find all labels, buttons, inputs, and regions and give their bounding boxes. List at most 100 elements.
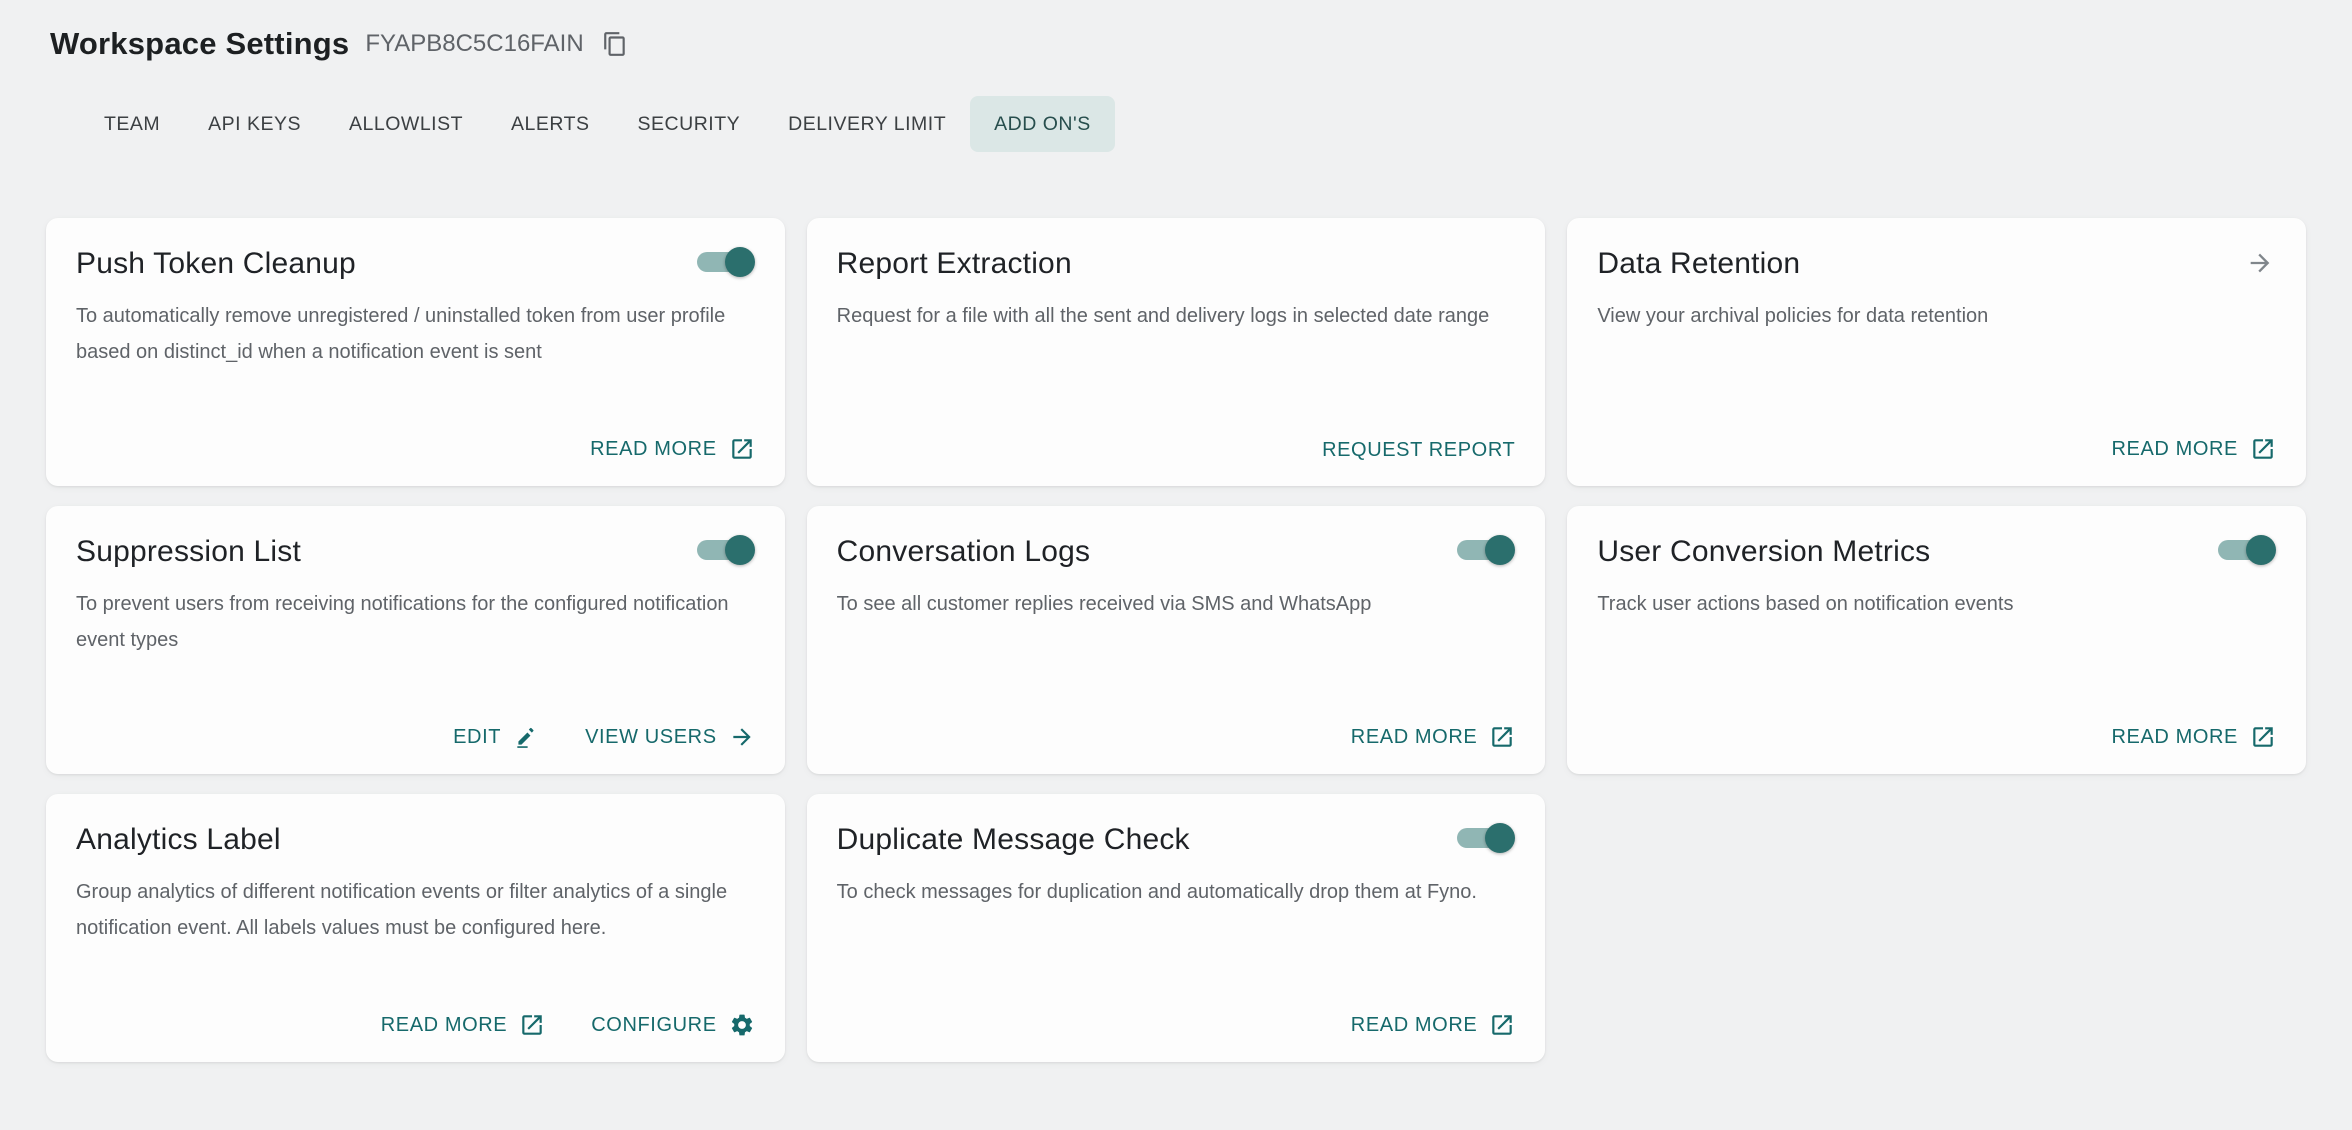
tab-security[interactable]: SECURITY [614, 96, 765, 152]
tab-alerts[interactable]: ALERTS [487, 96, 614, 152]
card-header: Conversation Logs [837, 534, 1516, 570]
copy-icon [602, 31, 628, 57]
card-actions: REQUEST REPORT [837, 419, 1516, 462]
card-header: User Conversion Metrics [1597, 534, 2276, 570]
action-label: REQUEST REPORT [1322, 439, 1515, 462]
card-title: Analytics Label [76, 823, 281, 857]
toggle-knob [2246, 535, 2276, 565]
card-title: Duplicate Message Check [837, 823, 1190, 857]
tab-add-on-s[interactable]: ADD ON'S [970, 96, 1115, 152]
action-label: VIEW USERS [585, 726, 717, 749]
addons-grid: Push Token Cleanup To automatically remo… [46, 218, 2306, 1062]
card-description: To check messages for duplication and au… [837, 874, 1516, 910]
card-header: Analytics Label [76, 822, 755, 858]
card-description: To automatically remove unregistered / u… [76, 298, 755, 370]
toggle-knob [725, 535, 755, 565]
card-actions: READ MORE [837, 704, 1516, 750]
page-header: Workspace Settings FYAPB8C5C16FAIN [0, 0, 2352, 62]
tab-delivery-limit[interactable]: DELIVERY LIMIT [764, 96, 970, 152]
external-link-icon [1489, 1012, 1515, 1038]
read-more-link[interactable]: READ MORE [590, 436, 755, 462]
tabs: TEAMAPI KEYSALLOWLISTALERTSSECURITYDELIV… [0, 96, 2352, 152]
gear-icon [729, 1012, 755, 1038]
card-description: Request for a file with all the sent and… [837, 298, 1516, 334]
card-actions: READ MORE [1597, 416, 2276, 462]
toggle-knob [1485, 535, 1515, 565]
toggle-knob [1485, 823, 1515, 853]
read-more-link[interactable]: READ MORE [1351, 724, 1516, 750]
arrow-right-icon [2246, 249, 2274, 277]
card-data-retention: Data Retention View your archival polici… [1567, 218, 2306, 486]
copy-workspace-id-button[interactable] [600, 29, 630, 59]
edit-icon [513, 724, 539, 750]
card-header: Suppression List [76, 534, 755, 570]
external-link-icon [729, 436, 755, 462]
card-header-control [2244, 247, 2276, 282]
card-title: Suppression List [76, 535, 301, 569]
card-analytics-label: Analytics Label Group analytics of diffe… [46, 794, 785, 1062]
toggle-switch[interactable] [1453, 535, 1515, 565]
external-link-icon [2250, 436, 2276, 462]
card-description: To see all customer replies received via… [837, 586, 1516, 622]
card-title: User Conversion Metrics [1597, 535, 1930, 569]
page-title: Workspace Settings [50, 26, 349, 62]
card-actions: READ MORE [1597, 704, 2276, 750]
card-header-control [1453, 823, 1515, 858]
card-title: Report Extraction [837, 247, 1072, 281]
card-header: Report Extraction [837, 246, 1516, 282]
card-header: Duplicate Message Check [837, 822, 1516, 858]
card-actions: READ MORE [837, 992, 1516, 1038]
toggle-switch[interactable] [693, 535, 755, 565]
card-header-control [1453, 535, 1515, 570]
card-header: Data Retention [1597, 246, 2276, 282]
read-more-link[interactable]: READ MORE [2111, 724, 2276, 750]
card-title: Data Retention [1597, 247, 1800, 281]
external-link-icon [1489, 724, 1515, 750]
tab-api-keys[interactable]: API KEYS [184, 96, 325, 152]
external-link-icon [2250, 724, 2276, 750]
action-label: READ MORE [1351, 1014, 1478, 1037]
card-duplicate-message-check: Duplicate Message Check To check message… [807, 794, 1546, 1062]
configure-link[interactable]: CONFIGURE [591, 1012, 754, 1038]
workspace-id: FYAPB8C5C16FAIN [365, 30, 583, 58]
card-user-conversion-metrics: User Conversion Metrics Track user actio… [1567, 506, 2306, 774]
tab-team[interactable]: TEAM [80, 96, 184, 152]
card-description: To prevent users from receiving notifica… [76, 586, 755, 658]
card-suppression-list: Suppression List To prevent users from r… [46, 506, 785, 774]
request-report-link[interactable]: REQUEST REPORT [1322, 439, 1515, 462]
external-link-icon [519, 1012, 545, 1038]
card-conversation-logs: Conversation Logs To see all customer re… [807, 506, 1546, 774]
card-title: Conversation Logs [837, 535, 1091, 569]
action-label: READ MORE [1351, 726, 1478, 749]
action-label: READ MORE [2111, 726, 2238, 749]
card-title: Push Token Cleanup [76, 247, 356, 281]
toggle-switch[interactable] [2214, 535, 2276, 565]
arrow-right-icon [729, 724, 755, 750]
card-header-control [693, 247, 755, 282]
card-open-button[interactable] [2244, 247, 2276, 279]
toggle-switch[interactable] [693, 247, 755, 277]
card-actions: READ MORE [76, 416, 755, 462]
tab-allowlist[interactable]: ALLOWLIST [325, 96, 487, 152]
card-header-control [693, 535, 755, 570]
card-actions: EDIT VIEW USERS [76, 704, 755, 750]
toggle-switch[interactable] [1453, 823, 1515, 853]
card-actions: READ MORE CONFIGURE [76, 992, 755, 1038]
read-more-link[interactable]: READ MORE [1351, 1012, 1516, 1038]
card-report-extraction: Report Extraction Request for a file wit… [807, 218, 1546, 486]
card-description: Track user actions based on notification… [1597, 586, 2276, 622]
action-label: READ MORE [381, 1014, 508, 1037]
card-description: Group analytics of different notificatio… [76, 874, 755, 946]
action-label: EDIT [453, 726, 501, 749]
card-push-token-cleanup: Push Token Cleanup To automatically remo… [46, 218, 785, 486]
read-more-link[interactable]: READ MORE [2111, 436, 2276, 462]
action-label: READ MORE [2111, 438, 2238, 461]
read-more-link[interactable]: READ MORE [381, 1012, 546, 1038]
view-users-link[interactable]: VIEW USERS [585, 724, 755, 750]
card-header-control [2214, 535, 2276, 570]
card-description: View your archival policies for data ret… [1597, 298, 2276, 334]
card-header: Push Token Cleanup [76, 246, 755, 282]
edit-link[interactable]: EDIT [453, 724, 539, 750]
action-label: READ MORE [590, 438, 717, 461]
toggle-knob [725, 247, 755, 277]
